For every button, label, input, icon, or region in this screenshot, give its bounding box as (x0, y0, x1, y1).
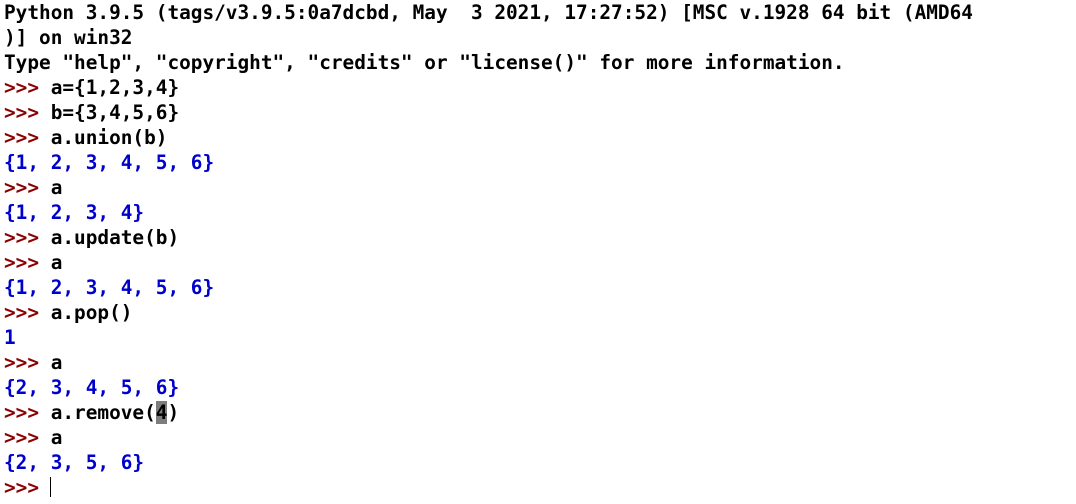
shell-input-after-selection: ) (167, 401, 180, 424)
shell-input-line: >>> a.update(b) (4, 225, 1076, 250)
shell-input: b={3,4,5,6} (50, 101, 180, 124)
shell-input: a.pop() (50, 301, 133, 324)
shell-prompt: >>> (4, 426, 51, 449)
shell-input-line: >>> a={1,2,3,4} (4, 75, 1076, 100)
shell-prompt: >>> (4, 76, 51, 99)
banner-line-1: Python 3.9.5 (tags/v3.9.5:0a7dcbd, May 3… (4, 1, 973, 24)
shell-output: {2, 3, 5, 6} (4, 451, 145, 474)
shell-input-line: >>> a.remove(4) (4, 400, 1076, 425)
shell-input-line: >>> a (4, 350, 1076, 375)
shell-output: {1, 2, 3, 4, 5, 6} (4, 151, 215, 174)
shell-prompt: >>> (4, 226, 51, 249)
shell-output: {2, 3, 4, 5, 6} (4, 376, 180, 399)
shell-prompt: >>> (4, 301, 51, 324)
shell-input: a (50, 426, 63, 449)
shell-prompt: >>> (4, 401, 51, 424)
shell-output: 1 (4, 326, 16, 349)
text-selection[interactable]: 4 (155, 401, 168, 424)
banner-line-3: Type "help", "copyright", "credits" or "… (4, 51, 845, 74)
shell-input-line: >>> a (4, 250, 1076, 275)
shell-prompt: >>> (4, 351, 51, 374)
shell-input-line: >>> a (4, 425, 1076, 450)
shell-prompt: >>> (4, 126, 51, 149)
text-cursor (49, 477, 51, 497)
shell-input-line: >>> a.pop() (4, 300, 1076, 325)
shell-output: {1, 2, 3, 4, 5, 6} (4, 276, 215, 299)
shell-input-before-selection: a.remove( (50, 401, 156, 424)
shell-input: a (50, 251, 63, 274)
shell-current-prompt-line[interactable]: >>> (4, 475, 1076, 500)
shell-input: a={1,2,3,4} (50, 76, 180, 99)
shell-input: a (50, 176, 63, 199)
shell-prompt: >>> (4, 101, 51, 124)
shell-input: a (50, 351, 63, 374)
python-shell[interactable]: Python 3.9.5 (tags/v3.9.5:0a7dcbd, May 3… (0, 0, 1076, 504)
shell-output: {1, 2, 3, 4} (4, 201, 145, 224)
shell-input-line: >>> b={3,4,5,6} (4, 100, 1076, 125)
shell-input: a.update(b) (50, 226, 180, 249)
shell-input-line: >>> a.union(b) (4, 125, 1076, 150)
shell-input: a.union(b) (50, 126, 168, 149)
shell-input-line: >>> a (4, 175, 1076, 200)
shell-prompt: >>> (4, 251, 51, 274)
banner-line-2: )] on win32 (4, 26, 133, 49)
shell-prompt: >>> (4, 476, 51, 499)
shell-prompt: >>> (4, 176, 51, 199)
